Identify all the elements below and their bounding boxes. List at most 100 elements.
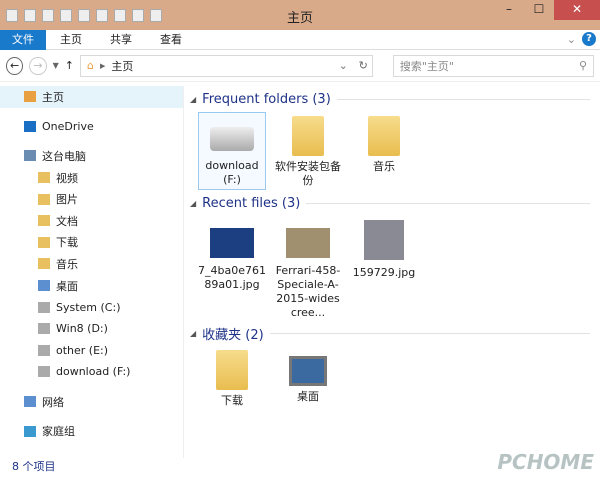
- recent-locations-icon[interactable]: ▼: [53, 61, 59, 70]
- sidebar-item-label: 下载: [56, 236, 78, 250]
- home-icon[interactable]: [6, 8, 18, 22]
- address-bar[interactable]: ⌂ ▶ 主页 ⌄ ↻: [79, 54, 373, 77]
- item-tile[interactable]: download (F:): [198, 112, 266, 190]
- item-tile[interactable]: 7_4ba0e76189a01.jpg: [198, 216, 266, 320]
- properties-icon[interactable]: [24, 8, 36, 22]
- forward-button[interactable]: →: [29, 56, 47, 75]
- sidebar-item[interactable]: 这台电脑: [0, 145, 183, 167]
- minimize-button[interactable]: –: [494, 0, 524, 20]
- quick-access-toolbar: [0, 8, 162, 22]
- group-items: download (F:) 软件安装包备份 音乐: [190, 112, 600, 190]
- drive-icon: [38, 366, 50, 378]
- collapse-icon[interactable]: ◢: [190, 329, 196, 338]
- expand-ribbon-icon[interactable]: ⌄: [567, 33, 576, 46]
- maximize-button[interactable]: ☐: [524, 0, 554, 20]
- drive-icon: [38, 323, 50, 335]
- sidebar-item[interactable]: 图片: [0, 188, 183, 210]
- paste-icon[interactable]: [78, 8, 90, 22]
- desktop-icon: [289, 356, 327, 386]
- item-tile[interactable]: Ferrari-458-Speciale-A-2015-widescree...: [274, 216, 342, 320]
- chevron-down-icon[interactable]: ⌄: [339, 59, 348, 72]
- item-label: 7_4ba0e76189a01.jpg: [198, 264, 266, 291]
- home-icon: ⌂: [86, 59, 94, 72]
- title-bar: 主页 – ☐ ✕: [0, 0, 600, 30]
- sidebar-item-label: 桌面: [56, 279, 78, 293]
- sidebar-item[interactable]: 视频: [0, 167, 183, 189]
- sidebar-item-label: System (C:): [56, 300, 121, 314]
- sidebar-item-label: other (E:): [56, 343, 109, 357]
- drive-icon: [38, 301, 50, 313]
- item-label: 音乐: [373, 160, 395, 173]
- copy-icon[interactable]: [60, 8, 72, 22]
- folder-icon: [368, 116, 400, 156]
- sidebar-item[interactable]: Win8 (D:): [0, 318, 183, 340]
- tab-view[interactable]: 查看: [146, 30, 196, 50]
- search-input[interactable]: 搜索"主页" ⚲: [392, 54, 594, 77]
- sidebar-item[interactable]: 音乐: [0, 253, 183, 275]
- network-icon: [24, 396, 36, 408]
- sidebar-item[interactable]: 文档: [0, 210, 183, 232]
- sidebar-item[interactable]: OneDrive: [0, 116, 183, 138]
- status-item-count: 8 个项目: [12, 460, 56, 473]
- tab-file[interactable]: 文件: [0, 29, 46, 50]
- new-folder-icon[interactable]: [42, 8, 54, 22]
- sidebar-item-label: 音乐: [56, 257, 78, 271]
- item-label: download (F:): [205, 159, 259, 186]
- watermark-logo: PCHOME: [497, 450, 594, 474]
- sidebar-item[interactable]: other (E:): [0, 340, 183, 362]
- image-thumbnail: [210, 228, 254, 258]
- cloud-icon: [24, 120, 36, 132]
- folder-icon: [38, 193, 50, 205]
- sidebar-item[interactable]: download (F:): [0, 361, 183, 383]
- group-header[interactable]: ◢ Frequent folders (3): [190, 86, 600, 112]
- sidebar-item[interactable]: 网络: [0, 391, 183, 413]
- divider: [269, 332, 590, 334]
- tab-home[interactable]: 主页: [46, 30, 96, 50]
- sidebar-item-label: Win8 (D:): [56, 322, 108, 336]
- select-icon[interactable]: [114, 8, 126, 22]
- map-drive-icon[interactable]: [132, 8, 144, 22]
- navigation-bar: ← → ▼ ↑ ⌂ ▶ 主页 ⌄ ↻ 搜索"主页" ⚲: [0, 50, 600, 82]
- image-thumbnail: [364, 220, 404, 260]
- item-tile[interactable]: 软件安装包备份: [274, 112, 342, 190]
- sidebar-item[interactable]: 桌面: [0, 275, 183, 297]
- sidebar-item[interactable]: System (C:): [0, 296, 183, 318]
- sidebar-item-label: 视频: [56, 171, 78, 185]
- search-icon[interactable]: ⚲: [579, 59, 587, 72]
- collapse-icon[interactable]: ◢: [190, 199, 196, 208]
- folder-icon: [38, 172, 50, 184]
- item-tile[interactable]: 音乐: [350, 112, 418, 190]
- item-label: 桌面: [297, 390, 319, 403]
- item-tile[interactable]: 159729.jpg: [350, 216, 418, 320]
- item-tile[interactable]: 桌面: [274, 346, 342, 416]
- group-header[interactable]: ◢ 收藏夹 (2): [190, 320, 600, 346]
- group-title: Recent files (3): [202, 195, 301, 211]
- layout-icon[interactable]: [150, 8, 162, 22]
- sidebar-item[interactable]: 家庭组: [0, 420, 183, 442]
- collapse-icon[interactable]: ◢: [190, 95, 196, 104]
- home-icon: [24, 91, 36, 103]
- folder-icon: [38, 215, 50, 227]
- breadcrumb[interactable]: 主页: [111, 58, 133, 74]
- homegroup-icon: [24, 425, 36, 437]
- item-label: 下载: [221, 394, 243, 407]
- back-button[interactable]: ←: [6, 56, 24, 75]
- close-button[interactable]: ✕: [554, 0, 600, 20]
- help-icon[interactable]: ?: [582, 32, 596, 46]
- group-header[interactable]: ◢ Recent files (3): [190, 190, 600, 216]
- item-tile[interactable]: 下载: [198, 346, 266, 416]
- up-button[interactable]: ↑: [65, 59, 74, 72]
- tab-share[interactable]: 共享: [96, 30, 146, 50]
- sidebar-item-label: 图片: [56, 193, 78, 207]
- folder-icon: [216, 350, 248, 390]
- refresh-icon[interactable]: ↻: [359, 59, 368, 72]
- sidebar-item[interactable]: 下载: [0, 232, 183, 254]
- sidebar-item[interactable]: 主页: [0, 86, 183, 108]
- sidebar-item-label: 文档: [56, 214, 78, 228]
- delete-icon[interactable]: [96, 8, 108, 22]
- folder-icon: [38, 280, 50, 292]
- sidebar-item-label: 家庭组: [42, 425, 75, 439]
- drive-icon: [38, 344, 50, 356]
- divider: [306, 202, 590, 204]
- search-placeholder: 搜索"主页": [399, 59, 454, 73]
